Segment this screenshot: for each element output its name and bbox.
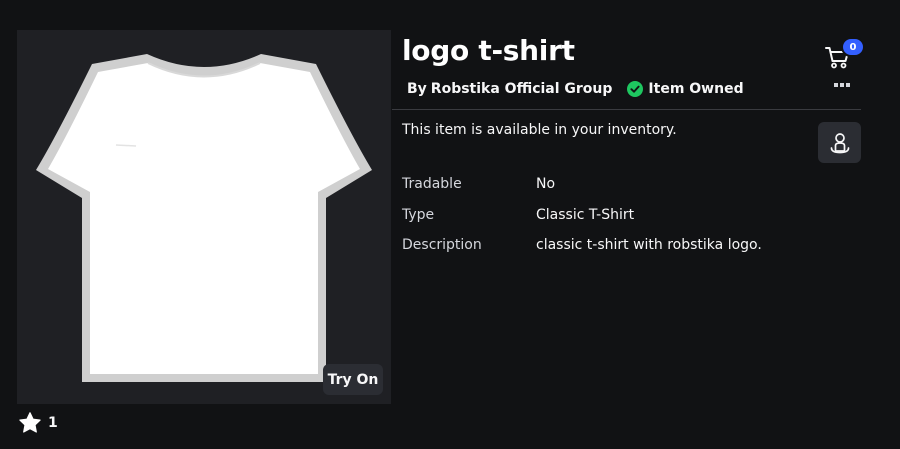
detail-row-description: Description classic t-shirt with robstik…	[402, 235, 762, 255]
detail-row-tradable: Tradable No	[402, 174, 762, 194]
detail-key: Type	[402, 206, 435, 223]
detail-key: Description	[402, 237, 482, 253]
favorite-button[interactable]: 1	[18, 411, 58, 435]
creator-link[interactable]: Robstika Official Group	[431, 81, 613, 97]
owned-status: Item Owned	[627, 81, 744, 97]
avatar-icon	[830, 132, 849, 153]
detail-key: Tradable	[402, 176, 462, 192]
by-label: By	[407, 81, 427, 97]
check-circle-icon	[627, 81, 644, 97]
divider	[392, 109, 861, 110]
detail-value: No	[536, 176, 556, 192]
more-horizontal-icon	[834, 83, 850, 87]
item-thumbnail	[17, 30, 391, 404]
try-on-button[interactable]: Try On	[323, 364, 383, 395]
availability-text: This item is available in your inventory…	[402, 122, 677, 138]
detail-row-type: Type Classic T-Shirt	[402, 205, 762, 225]
tshirt-image	[36, 54, 372, 382]
star-icon	[18, 411, 42, 435]
more-options-button[interactable]	[832, 80, 852, 90]
item-byline: By Robstika Official Group Item Owned	[407, 79, 744, 99]
item-details: Tradable No Type Classic T-Shirt Descrip…	[402, 174, 762, 266]
favorite-count: 1	[48, 415, 58, 431]
item-title: logo t-shirt	[402, 34, 575, 67]
detail-value: Classic T-Shirt	[536, 206, 635, 223]
cart-count-badge: 0	[841, 37, 865, 57]
owned-label: Item Owned	[648, 81, 744, 97]
detail-value: classic t-shirt with robstika logo.	[536, 237, 762, 253]
avatar-editor-button[interactable]	[818, 122, 861, 163]
